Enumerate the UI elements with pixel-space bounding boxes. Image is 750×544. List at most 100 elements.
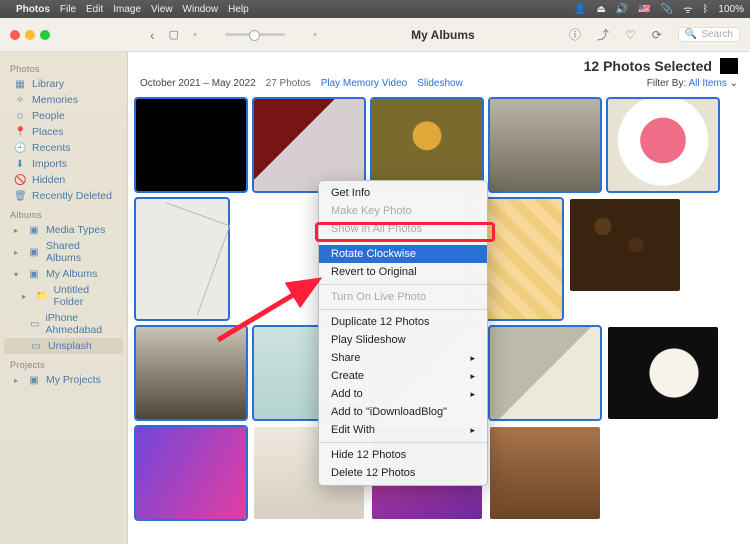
folder-icon: ▣ [28, 269, 40, 280]
photo-thumbnail[interactable] [608, 99, 718, 191]
sidebar-section-projects: Projects [0, 354, 127, 372]
sidebar-item-recents[interactable]: 🕘Recents [0, 140, 127, 156]
zoom-slider[interactable] [225, 33, 285, 36]
info-icon[interactable]: ⓘ [569, 26, 581, 43]
menuitem-duplicate[interactable]: Duplicate 12 Photos [319, 313, 487, 331]
sidebar-item-hidden[interactable]: 🚫Hidden [0, 172, 127, 188]
search-icon: 🔍 [685, 29, 697, 40]
status-battery[interactable]: 100% [718, 4, 744, 15]
photo-thumbnail[interactable] [136, 99, 246, 191]
sidebar-item-shared-albums[interactable]: ▸▣Shared Albums [0, 238, 127, 266]
sidebar-item-library[interactable]: ▦Library [0, 76, 127, 92]
status-bluetooth-icon[interactable]: ᛒ [702, 4, 708, 15]
trash-icon: 🗑 [14, 191, 26, 202]
menuitem-rotate-clockwise[interactable]: Rotate Clockwise [319, 245, 487, 263]
sidebar-item-unsplash[interactable]: ▭Unsplash [4, 338, 123, 354]
sidebar-item-people[interactable]: ☺People [0, 108, 127, 124]
sidebar-item-my-albums[interactable]: ▾▣My Albums [0, 266, 127, 282]
folder-icon: 📁 [35, 291, 47, 302]
macos-menubar: Photos File Edit Image View Window Help … [0, 0, 750, 18]
menuitem-share[interactable]: Share▸ [319, 349, 487, 367]
menuitem-revert[interactable]: Revert to Original [319, 263, 487, 281]
selection-count: 12 Photos Selected [584, 58, 712, 74]
menu-image[interactable]: Image [113, 4, 141, 15]
slideshow-link[interactable]: Slideshow [417, 78, 463, 89]
sidebar-item-media-types[interactable]: ▸▣Media Types [0, 222, 127, 238]
sidebar-item-my-projects[interactable]: ▸▣My Projects [0, 372, 127, 388]
search-input[interactable]: 🔍 Search [678, 27, 740, 42]
window-title: My Albums [317, 28, 569, 42]
window-controls [0, 30, 130, 40]
menu-view[interactable]: View [151, 4, 173, 15]
sidebar-item-iphone-album[interactable]: ▭iPhone Ahmedabad [0, 310, 127, 338]
menuitem-show-in-all: Show in All Photos [319, 220, 487, 238]
photo-thumbnail[interactable] [136, 427, 246, 519]
disclosure-icon[interactable]: ▸ [14, 248, 22, 257]
library-icon: ▦ [14, 79, 26, 90]
aspect-icon[interactable]: ▢ [169, 28, 179, 41]
menuitem-add-to[interactable]: Add to▸ [319, 385, 487, 403]
menuitem-add-to-idb[interactable]: Add to "iDownloadBlog" [319, 403, 487, 421]
menuitem-get-info[interactable]: Get Info [319, 184, 487, 202]
status-flag-icon[interactable]: 🇺🇸 [638, 4, 650, 15]
folder-icon: ▣ [28, 247, 40, 258]
window-titlebar: ‹ ▢ • • My Albums ⓘ ⤴ ♡ ⟳ 🔍 Search [0, 18, 750, 52]
close-button[interactable] [10, 30, 20, 40]
status-user-icon[interactable]: 👤 [574, 4, 586, 15]
photo-thumbnail[interactable] [490, 99, 600, 191]
favorite-icon[interactable]: ♡ [625, 28, 636, 42]
status-wifi-icon[interactable]: ᯤ [683, 2, 692, 16]
disclosure-icon[interactable]: ▸ [22, 292, 29, 301]
photo-thumbnail[interactable] [490, 427, 600, 519]
disclosure-icon[interactable]: ▸ [14, 226, 22, 235]
sidebar-item-deleted[interactable]: 🗑Recently Deleted [0, 188, 127, 204]
sidebar-section-photos: Photos [0, 58, 127, 76]
status-volume-icon[interactable]: 🔊 [616, 4, 628, 15]
disclosure-icon[interactable]: ▸ [14, 376, 22, 385]
share-icon[interactable]: ⤴ [597, 26, 609, 43]
status-clip-icon[interactable]: 📎 [661, 4, 673, 15]
menu-edit[interactable]: Edit [86, 4, 103, 15]
menuitem-edit-with[interactable]: Edit With▸ [319, 421, 487, 439]
sidebar-item-imports[interactable]: ⬇Imports [0, 156, 127, 172]
folder-icon: ▣ [28, 375, 40, 386]
photo-thumbnail[interactable] [372, 99, 482, 191]
filter-control[interactable]: Filter By: All Items ⌄ [647, 78, 738, 89]
menuitem-create[interactable]: Create▸ [319, 367, 487, 385]
photo-thumbnail[interactable] [136, 199, 228, 319]
menuitem-delete[interactable]: Delete 12 Photos [319, 464, 487, 482]
photo-thumbnail[interactable] [136, 327, 246, 419]
menuitem-make-key-photo: Make Key Photo [319, 202, 487, 220]
zoom-button[interactable] [40, 30, 50, 40]
sidebar-item-untitled-folder[interactable]: ▸📁Untitled Folder [0, 282, 127, 310]
photo-thumbnail[interactable] [490, 327, 600, 419]
album-icon: ▭ [30, 319, 39, 330]
menu-help[interactable]: Help [228, 4, 249, 15]
chevron-right-icon: ▸ [470, 353, 475, 364]
menuitem-hide[interactable]: Hide 12 Photos [319, 446, 487, 464]
chevron-right-icon: ▸ [470, 371, 475, 382]
chevron-down-icon: ⌄ [730, 78, 738, 89]
minimize-button[interactable] [25, 30, 35, 40]
sidebar-item-places[interactable]: 📍Places [0, 124, 127, 140]
menuitem-live-photo: Turn On Live Photo [319, 288, 487, 306]
album-icon: ▭ [30, 341, 42, 352]
date-range: October 2021 – May 2022 [140, 78, 256, 89]
menu-separator [319, 284, 487, 285]
places-icon: 📍 [14, 127, 26, 138]
sidebar-item-memories[interactable]: ✧Memories [0, 92, 127, 108]
photo-thumbnail[interactable] [254, 99, 364, 191]
menu-file[interactable]: File [60, 4, 76, 15]
app-menu[interactable]: Photos [16, 4, 50, 15]
status-eject-icon[interactable]: ⏏ [596, 4, 605, 15]
photo-thumbnail[interactable] [570, 199, 680, 291]
disclosure-icon[interactable]: ▾ [14, 270, 22, 279]
menu-window[interactable]: Window [183, 4, 219, 15]
back-button[interactable]: ‹ [150, 27, 155, 43]
photo-thumbnail[interactable] [608, 327, 718, 419]
play-memory-link[interactable]: Play Memory Video [321, 78, 408, 89]
context-menu: Get Info Make Key Photo Show in All Phot… [318, 180, 488, 486]
menuitem-play-slideshow[interactable]: Play Slideshow [319, 331, 487, 349]
chevron-right-icon: ▸ [470, 425, 475, 436]
rotate-icon[interactable]: ⟳ [652, 28, 662, 42]
